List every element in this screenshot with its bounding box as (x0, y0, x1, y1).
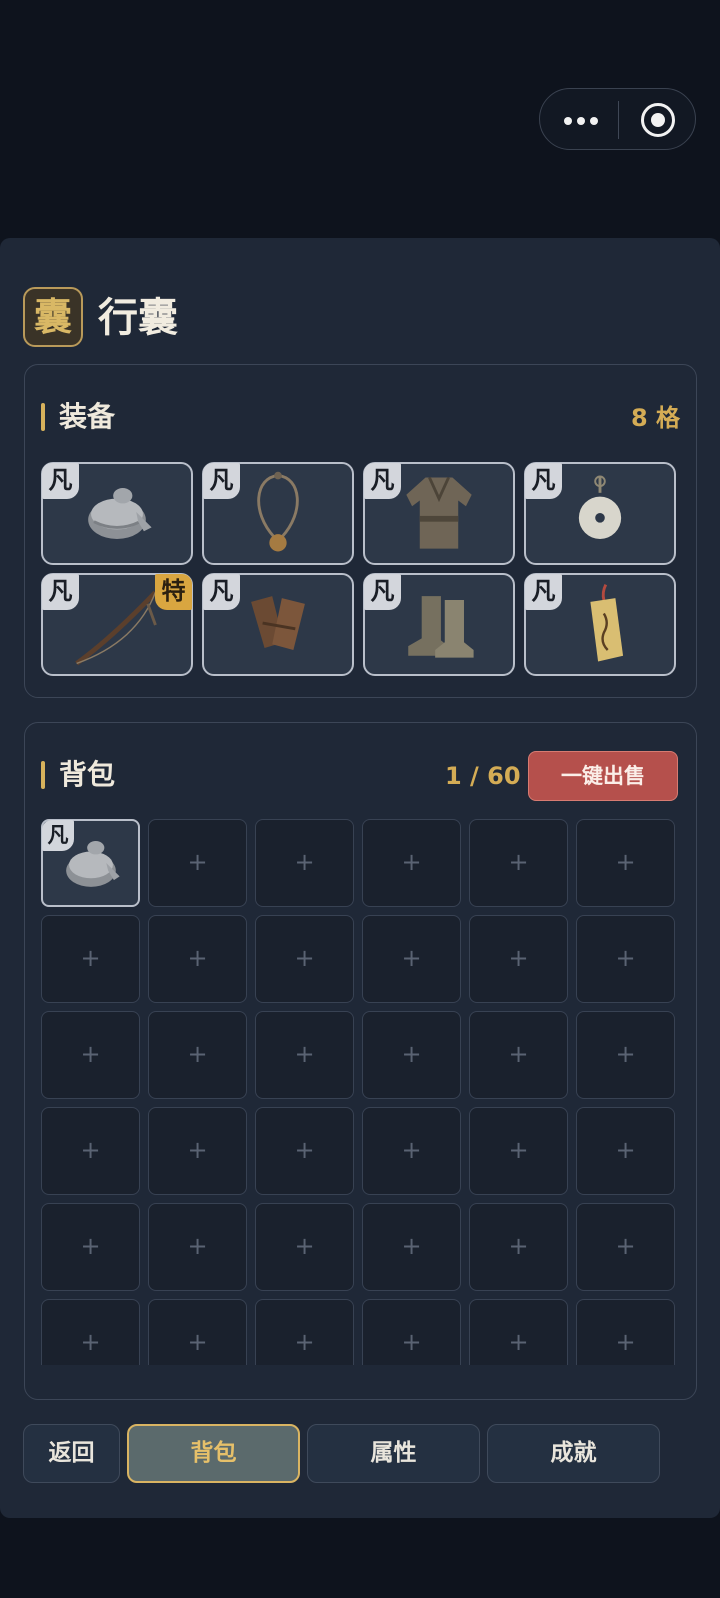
special-badge: 特 (155, 574, 192, 610)
equip-slot-talisman[interactable]: 凡 (524, 573, 676, 676)
backpack-slot-empty[interactable]: + (576, 1299, 675, 1365)
rarity-badge: 凡 (525, 463, 562, 499)
target-circle-icon[interactable] (641, 103, 675, 137)
tab-backpack[interactable]: 背包 (127, 1424, 300, 1483)
backpack-slot-empty[interactable]: + (469, 915, 568, 1003)
backpack-slot-empty[interactable]: + (148, 915, 247, 1003)
backpack-slot-empty[interactable]: + (576, 1011, 675, 1099)
rarity-badge: 凡 (42, 463, 79, 499)
rarity-badge: 凡 (525, 574, 562, 610)
backpack-slot-empty[interactable]: + (469, 1299, 568, 1365)
rarity-badge: 凡 (203, 574, 240, 610)
backpack-slot-empty[interactable]: + (576, 819, 675, 907)
capsule-menu (539, 88, 696, 150)
backpack-slot-filled[interactable]: 凡 (41, 819, 140, 907)
section-accent-bar (41, 403, 45, 431)
equipment-slot-count: 8 格 (630, 404, 680, 432)
inventory-panel: 囊 行囊 装备 8 格 凡 凡 凡 凡 凡 特 凡 凡 凡 背包 1 / 60 … (0, 238, 720, 1518)
backpack-section: 背包 1 / 60 一键出售 凡 + + + + + + + + + + + + + + + + + + + + + + +… (24, 722, 697, 1400)
backpack-slot-empty[interactable]: + (362, 1011, 461, 1099)
backpack-slot-empty[interactable]: + (255, 1011, 354, 1099)
backpack-title: 背包 (59, 758, 116, 791)
backpack-slot-empty[interactable]: + (41, 1011, 140, 1099)
backpack-slot-empty[interactable]: + (469, 1011, 568, 1099)
backpack-slot-empty[interactable]: + (362, 915, 461, 1003)
backpack-slot-empty[interactable]: + (576, 1203, 675, 1291)
backpack-slot-empty[interactable]: + (255, 1107, 354, 1195)
section-accent-bar (41, 761, 45, 789)
backpack-slot-empty[interactable]: + (576, 1107, 675, 1195)
back-button[interactable]: 返回 (23, 1424, 120, 1483)
backpack-slot-empty[interactable]: + (576, 915, 675, 1003)
backpack-grid[interactable]: 凡 + + + + + + + + + + + + + + + + + + + + + + + + + + + + + + + + + + + (41, 819, 681, 1365)
backpack-slot-empty[interactable]: + (362, 1107, 461, 1195)
equip-slot-boots[interactable]: 凡 (363, 573, 515, 676)
equip-slot-bow[interactable]: 凡 特 (41, 573, 193, 676)
rarity-badge: 凡 (364, 574, 401, 610)
backpack-slot-empty[interactable]: + (41, 1107, 140, 1195)
equip-slot-bracers[interactable]: 凡 (202, 573, 354, 676)
rarity-badge: 凡 (42, 574, 79, 610)
backpack-slot-empty[interactable]: + (362, 1203, 461, 1291)
equip-slot-necklace[interactable]: 凡 (202, 462, 354, 565)
rarity-badge: 凡 (42, 820, 74, 851)
backpack-slot-empty[interactable]: + (469, 1107, 568, 1195)
backpack-slot-empty[interactable]: + (148, 819, 247, 907)
equipment-title: 装备 (59, 400, 116, 433)
tab-attributes[interactable]: 属性 (307, 1424, 480, 1483)
backpack-slot-empty[interactable]: + (148, 1203, 247, 1291)
page-title: 行囊 (98, 294, 178, 341)
backpack-slot-empty[interactable]: + (148, 1107, 247, 1195)
backpack-slot-empty[interactable]: + (362, 819, 461, 907)
backpack-slot-empty[interactable]: + (41, 1299, 140, 1365)
backpack-slot-empty[interactable]: + (148, 1011, 247, 1099)
equip-slot-robe[interactable]: 凡 (363, 462, 515, 565)
backpack-slot-empty[interactable]: + (255, 915, 354, 1003)
equip-slot-hat[interactable]: 凡 (41, 462, 193, 565)
equip-slot-pendant[interactable]: 凡 (524, 462, 676, 565)
backpack-slot-empty[interactable]: + (362, 1299, 461, 1365)
backpack-slot-empty[interactable]: + (469, 1203, 568, 1291)
title-badge: 囊 (23, 287, 83, 347)
rarity-badge: 凡 (203, 463, 240, 499)
equipment-section: 装备 8 格 凡 凡 凡 凡 凡 特 凡 凡 凡 (24, 364, 697, 698)
backpack-slot-empty[interactable]: + (255, 1299, 354, 1365)
more-dots-icon[interactable] (564, 117, 598, 125)
sell-all-button[interactable]: 一键出售 (528, 751, 678, 801)
rarity-badge: 凡 (364, 463, 401, 499)
backpack-capacity: 1 / 60 (445, 762, 521, 790)
backpack-slot-empty[interactable]: + (41, 915, 140, 1003)
backpack-slot-empty[interactable]: + (255, 819, 354, 907)
backpack-slot-empty[interactable]: + (255, 1203, 354, 1291)
backpack-slot-empty[interactable]: + (469, 819, 568, 907)
tab-achievements[interactable]: 成就 (487, 1424, 660, 1483)
backpack-slot-empty[interactable]: + (148, 1299, 247, 1365)
backpack-slot-empty[interactable]: + (41, 1203, 140, 1291)
capsule-divider (618, 101, 619, 139)
